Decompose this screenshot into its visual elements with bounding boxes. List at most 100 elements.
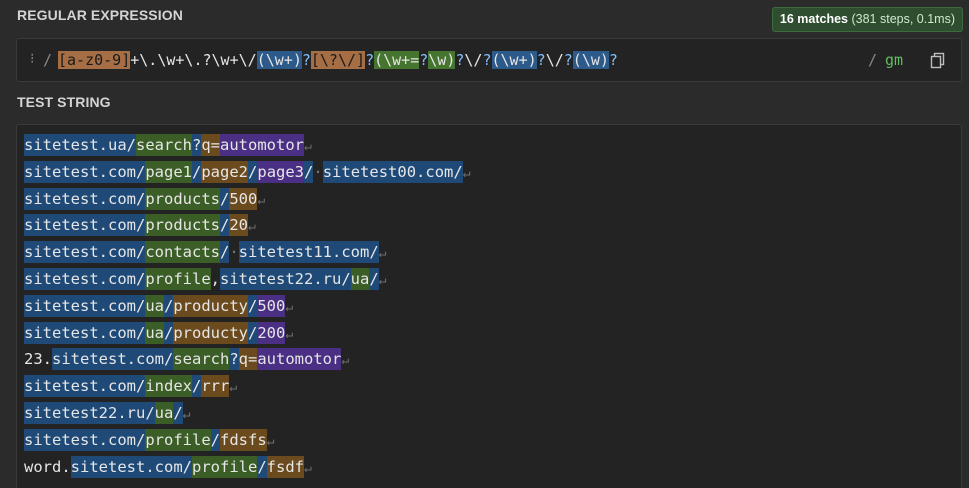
regex-token: +\.\w+\.?\w+\/ [130, 51, 257, 69]
match-segment: sitetest.ua/ [24, 134, 136, 156]
regex-delimiter-close: / [867, 51, 877, 69]
regex-token: [a-z0-9] [58, 51, 131, 69]
match-segment: sitetest.com/ [24, 187, 146, 210]
match-segment: sitetest.com/ [24, 241, 146, 264]
match-segment: sitetest.com/ [24, 375, 146, 398]
match-segment: ? [229, 348, 239, 371]
match-segment: sitetest.com/ [24, 321, 146, 344]
line-end-icon: ↵ [248, 219, 256, 235]
match-segment: / [192, 160, 202, 183]
match-segment: 200 [257, 321, 286, 344]
match-segment: / [219, 214, 230, 237]
regex-token: \w [581, 51, 600, 69]
match-segment: / [257, 455, 267, 478]
match-segment: sitetest.com/ [24, 428, 146, 451]
match-segment: products [145, 187, 220, 210]
line-end-icon: ↵ [304, 139, 312, 154]
match-segment: search [135, 134, 192, 156]
match-segment: / [173, 401, 183, 424]
match-segment: sitetest.com/ [24, 267, 146, 290]
match-segment: 500 [229, 187, 258, 210]
regex-token: ? [419, 51, 429, 69]
regex-token: ? [482, 51, 492, 69]
match-segment: sitetest11.com/ [238, 241, 379, 264]
match-segment: ? [191, 134, 202, 156]
match-segment: / [248, 294, 258, 317]
match-segment: producty [173, 294, 248, 317]
match-segment: / [219, 187, 230, 210]
regex-token: ( [572, 51, 582, 69]
regex-token: \w+ [500, 51, 528, 69]
regex-token: ? [536, 51, 546, 69]
regex-token: ) [527, 51, 537, 69]
regex-token: ( [256, 51, 266, 69]
match-segment: q= [238, 348, 258, 371]
match-segment: sitetest.com/ [70, 455, 192, 478]
text-segment: word. [24, 457, 71, 476]
match-segment: page1 [145, 160, 192, 183]
match-segment: 500 [257, 294, 286, 317]
test-line: word.sitetest.com/profile/fsdf↵ [24, 454, 471, 481]
whitespace-marker: · [229, 243, 239, 262]
match-segment: / [219, 241, 230, 264]
match-segment: page3 [257, 160, 305, 183]
line-end-icon: ↵ [182, 406, 191, 422]
copy-icon[interactable] [930, 52, 946, 69]
match-segment: sitetest22.ru/ [220, 267, 351, 290]
match-segment: page2 [201, 160, 249, 183]
whitespace-marker: · [313, 162, 323, 181]
line-end-icon: ↵ [229, 380, 238, 396]
text-segment: 23. [24, 350, 52, 369]
test-string-editor[interactable]: sitetest.ua/search?q=automotor↵ sitetest.… [16, 124, 962, 488]
match-segment: sitetest.com/ [52, 348, 174, 371]
regex-flags[interactable]: gm [885, 51, 903, 69]
line-end-icon: ↵ [378, 246, 387, 262]
regex-input[interactable]: ⁝ / [a-z0-9]+\.\w+\.?\w+\/(\w+)?[\?\/]?(… [16, 38, 962, 82]
match-segment: ua [154, 401, 174, 424]
test-line: sitetest.com/index/rrr↵ [24, 373, 471, 400]
regex-section-title: REGULAR EXPRESSION [17, 7, 183, 23]
line-end-icon: ↵ [378, 272, 387, 288]
regex-token: \/ [464, 51, 483, 69]
regex-token: ? [563, 51, 573, 69]
test-string-section-title: TEST STRING [17, 94, 111, 110]
regex-token: ( [491, 51, 501, 69]
test-line: sitetest.com/ua/producty/500↵ [24, 293, 471, 320]
match-segment: fdsfs [220, 428, 267, 451]
test-line: sitetest.com/page1/page2/page3/·sitetest… [24, 159, 471, 186]
test-line: sitetest.com/products/20↵ [24, 212, 471, 239]
match-segment: profile [145, 428, 211, 451]
match-segment: sitetest.com/ [24, 214, 146, 237]
match-segment: profile [192, 455, 258, 478]
match-segment: ua [145, 294, 164, 317]
match-segment: sitetest.com/ [24, 160, 146, 183]
regex-token: \w+ [265, 51, 293, 69]
match-count: 16 matches [779, 12, 848, 26]
match-segment: sitetest00.com/ [322, 160, 463, 183]
line-end-icon: ↵ [285, 326, 294, 342]
regex-token: ? [301, 51, 311, 69]
drag-handle-icon[interactable]: ⁝ [30, 51, 34, 67]
match-segment: / [192, 375, 202, 398]
match-segment: / [304, 160, 314, 183]
line-end-icon: ↵ [266, 433, 275, 449]
regex-token: ) [292, 51, 302, 69]
match-segment: sitetest22.ru/ [24, 401, 155, 424]
match-segment: / [164, 294, 174, 317]
test-line: sitetest22.ru/ua/↵ [24, 400, 471, 427]
match-segment: / [210, 428, 220, 451]
test-line: sitetest.com/products/500↵ [24, 186, 471, 213]
match-segment: index [145, 375, 192, 398]
match-segment: fsdf [266, 455, 304, 478]
line-end-icon: ↵ [257, 192, 266, 208]
match-segment: / [248, 160, 258, 183]
match-segment: automotor [220, 134, 304, 156]
regex-token: ) [599, 51, 609, 69]
match-detail: (381 steps, 0.1ms) [851, 12, 955, 26]
match-segment: profile [145, 267, 211, 290]
match-segment: producty [173, 321, 248, 344]
match-segment: contacts [145, 241, 220, 264]
test-line: sitetest.com/profile/fdsfs↵ [24, 427, 471, 454]
match-segment: / [369, 267, 379, 290]
regex-pattern[interactable]: [a-z0-9]+\.\w+\.?\w+\/(\w+)?[\?\/]?(\w+=… [58, 50, 618, 70]
